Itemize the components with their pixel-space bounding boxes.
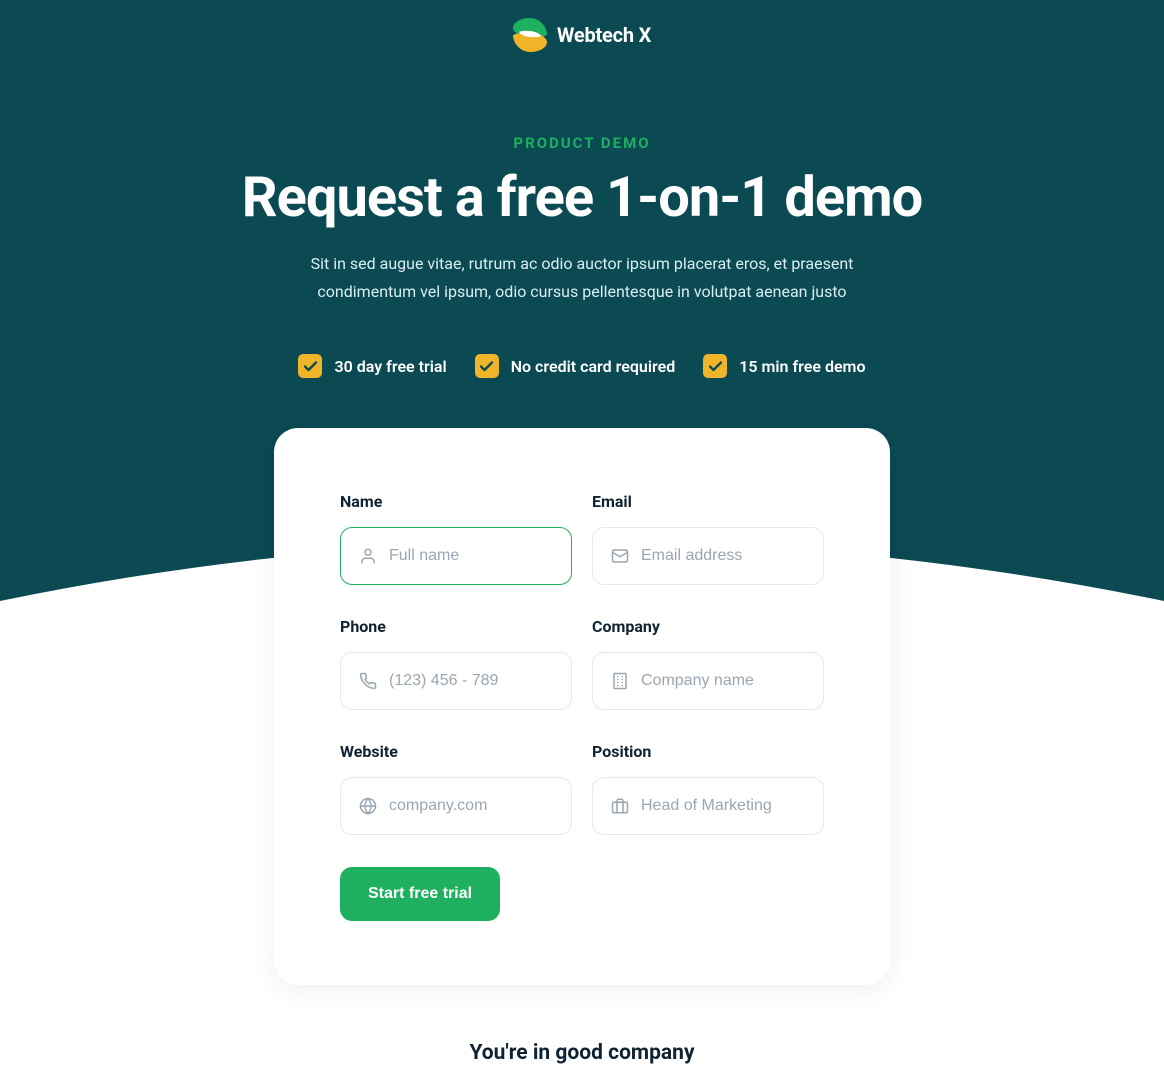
email-input[interactable] bbox=[641, 547, 805, 565]
company-input-wrap[interactable] bbox=[592, 652, 824, 710]
position-input-wrap[interactable] bbox=[592, 777, 824, 835]
name-input-wrap[interactable] bbox=[340, 527, 572, 585]
position-input[interactable] bbox=[641, 797, 805, 815]
brand-name: Webtech X bbox=[557, 23, 651, 47]
phone-input-wrap[interactable] bbox=[340, 652, 572, 710]
briefcase-icon bbox=[611, 797, 629, 815]
phone-label: Phone bbox=[340, 617, 572, 636]
logo-mark-icon bbox=[513, 18, 547, 52]
website-input[interactable] bbox=[389, 797, 553, 815]
position-label: Position bbox=[592, 742, 824, 761]
check-icon bbox=[703, 354, 727, 378]
page-subtitle: Sit in sed augue vitae, rutrum ac odio a… bbox=[262, 250, 902, 306]
demo-form-card: Name Email Phone bbox=[274, 428, 890, 985]
email-input-wrap[interactable] bbox=[592, 527, 824, 585]
feature-item-no-card: No credit card required bbox=[475, 354, 676, 378]
field-company: Company bbox=[592, 617, 824, 710]
user-icon bbox=[359, 547, 377, 565]
company-label: Company bbox=[592, 617, 824, 636]
feature-item-trial: 30 day free trial bbox=[298, 354, 446, 378]
good-company-heading: You're in good company bbox=[0, 1041, 1164, 1065]
email-label: Email bbox=[592, 492, 824, 511]
field-email: Email bbox=[592, 492, 824, 585]
name-input[interactable] bbox=[389, 547, 553, 565]
company-input[interactable] bbox=[641, 672, 805, 690]
feature-label: 15 min free demo bbox=[739, 357, 865, 376]
mail-icon bbox=[611, 547, 629, 565]
eyebrow-text: PRODUCT DEMO bbox=[20, 134, 1144, 152]
logo[interactable]: Webtech X bbox=[0, 0, 1164, 52]
check-icon bbox=[475, 354, 499, 378]
phone-icon bbox=[359, 672, 377, 690]
field-name: Name bbox=[340, 492, 572, 585]
website-label: Website bbox=[340, 742, 572, 761]
field-position: Position bbox=[592, 742, 824, 835]
check-icon bbox=[298, 354, 322, 378]
feature-label: No credit card required bbox=[511, 357, 676, 376]
building-icon bbox=[611, 672, 629, 690]
field-website: Website bbox=[340, 742, 572, 835]
feature-label: 30 day free trial bbox=[334, 357, 446, 376]
start-trial-button[interactable]: Start free trial bbox=[340, 867, 500, 921]
globe-icon bbox=[359, 797, 377, 815]
phone-input[interactable] bbox=[389, 672, 553, 690]
feature-item-demo: 15 min free demo bbox=[703, 354, 865, 378]
field-phone: Phone bbox=[340, 617, 572, 710]
page-title: Request a free 1-on-1 demo bbox=[20, 164, 1144, 230]
name-label: Name bbox=[340, 492, 572, 511]
feature-list: 30 day free trial No credit card require… bbox=[20, 354, 1144, 378]
website-input-wrap[interactable] bbox=[340, 777, 572, 835]
